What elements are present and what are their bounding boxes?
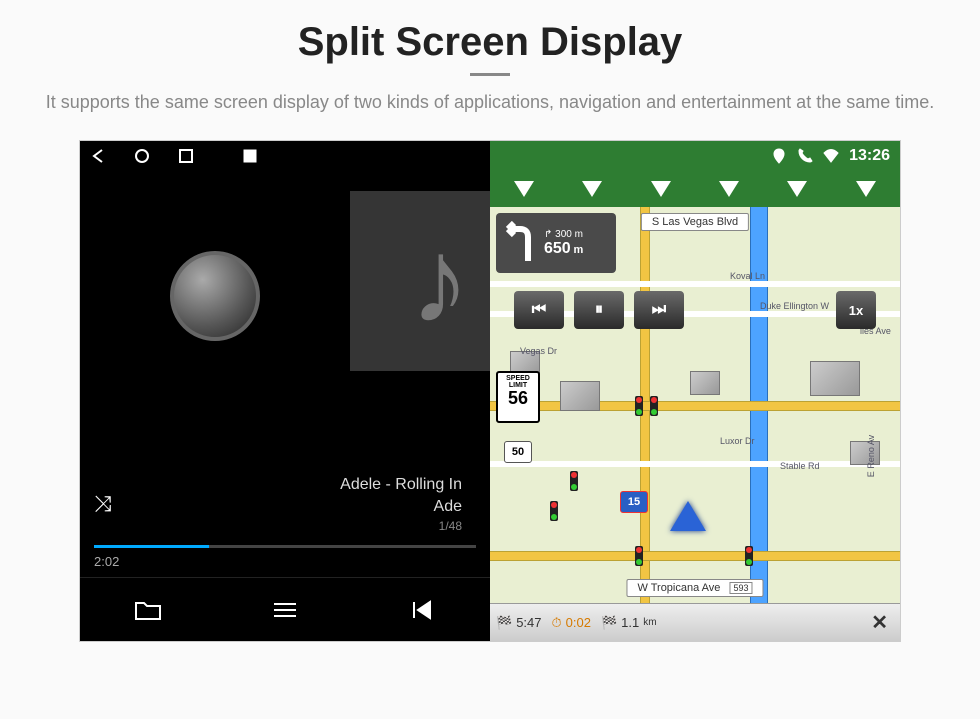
lane-arrow-icon — [651, 181, 671, 197]
playback-pause-button[interactable]: ⏸ — [574, 291, 624, 329]
interstate-shield: 15 — [620, 491, 648, 513]
lane-arrow-icon — [856, 181, 876, 197]
phone-icon — [797, 148, 813, 164]
navigation-pane: Koval Ln Duke Ellington W Vegas Dr Luxor… — [490, 141, 900, 641]
lane-arrow-icon — [787, 181, 807, 197]
status-bar: 13:26 — [80, 141, 900, 171]
lane-arrow-icon — [719, 181, 739, 197]
playback-prev-button[interactable]: ⏮ — [514, 291, 564, 329]
turn-left-icon — [502, 221, 538, 265]
center-control-button[interactable] — [170, 251, 260, 341]
route-playback-controls: ⏮ ⏸ ⏭ 1x — [514, 291, 876, 329]
device-frame: ♪ ⤨ Adele - Rolling In Ade 1/48 2:02 — [80, 141, 900, 641]
track-index: 1/48 — [340, 518, 462, 535]
title-underline — [470, 73, 510, 76]
page-title: Split Screen Display — [40, 20, 940, 65]
speed-limit-sign: SPEED LIMIT 56 — [496, 371, 540, 423]
next-street-label: W Tropicana Ave 593 — [626, 579, 763, 597]
playback-next-button[interactable]: ⏭ — [634, 291, 684, 329]
music-note-icon: ♪ — [410, 212, 470, 350]
track-title: Adele - Rolling In — [340, 474, 462, 496]
lane-guidance — [490, 171, 900, 207]
clock: 13:26 — [849, 147, 890, 165]
lane-arrow-icon — [582, 181, 602, 197]
vehicle-cursor-icon — [670, 501, 706, 531]
elapsed-time: 2:02 — [94, 554, 119, 569]
current-street-label: S Las Vegas Blvd — [641, 213, 749, 231]
track-artist: Ade — [340, 496, 462, 518]
lane-arrow-icon — [514, 181, 534, 197]
turn-instruction: ↱ 300 m 650 m — [496, 213, 616, 273]
folder-icon — [134, 599, 162, 621]
wifi-icon — [823, 148, 839, 164]
screenshot-icon[interactable] — [242, 148, 258, 164]
playback-speed-button[interactable]: 1x — [836, 291, 876, 329]
back-icon[interactable] — [90, 148, 106, 164]
seek-bar[interactable] — [94, 545, 476, 548]
nav-info-bar: 🏁 5:47 ⏱ 0:02 🏁 1.1km ✕ — [490, 603, 900, 641]
page-subtitle: It supports the same screen display of t… — [40, 90, 940, 115]
eta: 🏁 5:47 — [496, 615, 542, 631]
home-icon[interactable] — [134, 148, 150, 164]
poi-label: E Reno Av — [866, 435, 876, 477]
folder-button[interactable] — [80, 578, 217, 641]
shuffle-icon[interactable]: ⤨ — [94, 491, 112, 517]
poi-label: Vegas Dr — [520, 346, 557, 356]
poi-label: Stable Rd — [780, 461, 820, 471]
route-shield: 50 — [504, 441, 532, 463]
music-player-pane: ♪ ⤨ Adele - Rolling In Ade 1/48 2:02 — [80, 141, 490, 641]
poi-label: Koval Ln — [730, 271, 765, 281]
playlist-button[interactable] — [217, 578, 354, 641]
poi-label: Luxor Dr — [720, 436, 755, 446]
previous-icon — [410, 598, 434, 622]
close-nav-button[interactable]: ✕ — [865, 610, 894, 635]
recent-apps-icon[interactable] — [178, 148, 194, 164]
distance-remaining: 🏁 1.1km — [601, 615, 657, 631]
previous-track-button[interactable] — [353, 578, 490, 641]
list-icon — [272, 600, 298, 620]
time-remaining: ⏱ 0:02 — [552, 615, 591, 631]
location-icon — [771, 148, 787, 164]
